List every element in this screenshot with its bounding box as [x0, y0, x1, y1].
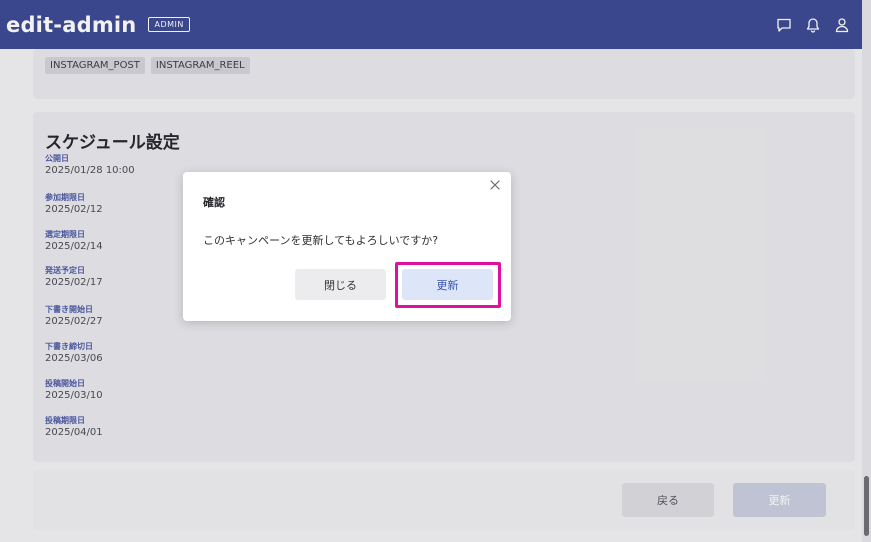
scrollbar-thumb[interactable]: [864, 476, 869, 536]
scrollbar-track[interactable]: [862, 0, 871, 542]
dialog-message: このキャンペーンを更新してもよろしいですか?: [203, 234, 439, 247]
confirm-dialog: 確認 このキャンペーンを更新してもよろしいですか? 閉じる 更新: [183, 172, 511, 321]
dialog-close-button[interactable]: 閉じる: [295, 269, 386, 300]
close-icon[interactable]: [488, 178, 502, 192]
dialog-confirm-button[interactable]: 更新: [402, 269, 493, 300]
dialog-title: 確認: [203, 196, 225, 209]
